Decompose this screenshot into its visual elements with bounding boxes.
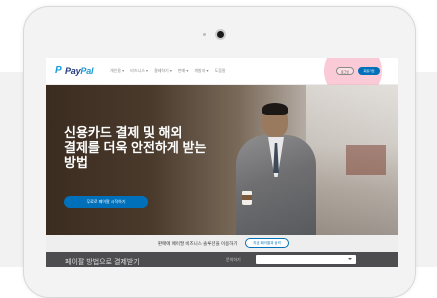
payment-section-title: 페이팔 방법으로 결제받기	[65, 259, 140, 266]
nav-item-developer[interactable]: 개발자 ▾	[194, 68, 208, 74]
logo-pal-text: Pal	[80, 66, 94, 76]
country-select[interactable]	[256, 255, 356, 264]
business-promo-bar: 판매에 페이팔 비즈니스 솔루션을 이용하기 지금 페이팔과 상의	[46, 235, 398, 252]
chevron-down-icon	[348, 258, 352, 260]
signup-button[interactable]: 회원가입	[358, 67, 380, 75]
start-paypal-button[interactable]: 무료로 페이팔 시작하기	[64, 196, 148, 208]
nav-item-business[interactable]: 비즈니스 ▾	[130, 68, 148, 74]
hero-title-line: 신용카드 결제 및 해외	[64, 125, 183, 140]
tablet-screen: P PayPal 개인용 ▾ 비즈니스 ▾ 결제하기 ▾ 판매 ▾ 개발자 ▾ …	[46, 58, 398, 267]
hero-person-hair	[262, 103, 288, 115]
hero-title-line: 방법	[64, 155, 88, 170]
site-header: P PayPal 개인용 ▾ 비즈니스 ▾ 결제하기 ▾ 판매 ▾ 개발자 ▾ …	[46, 58, 398, 100]
tablet-sensor	[203, 33, 206, 36]
contact-label: 문의하기	[226, 257, 241, 262]
hero-truck-image	[346, 145, 386, 175]
nav-item-help[interactable]: 도움말	[215, 68, 226, 74]
hero-title-line: 결제를 더욱 안전하게 받는	[64, 140, 207, 155]
nav-item-personal[interactable]: 개인용 ▾	[110, 68, 124, 74]
hero-title: 신용카드 결제 및 해외 결제를 더욱 안전하게 받는 방법	[64, 125, 224, 170]
promo-text: 판매에 페이팔 비즈니스 솔루션을 이용하기	[158, 241, 238, 246]
coffee-cup-sleeve	[242, 195, 252, 200]
tablet-camera-icon	[217, 31, 224, 38]
promo-button[interactable]: 지금 페이팔과 상의	[245, 238, 289, 248]
hero-banner: 신용카드 결제 및 해외 결제를 더욱 안전하게 받는 방법 무료로 페이팔 시…	[46, 85, 398, 235]
payment-section: 페이팔 방법으로 결제받기 문의하기	[46, 252, 398, 267]
main-nav: 개인용 ▾ 비즈니스 ▾ 결제하기 ▾ 판매 ▾ 개발자 ▾ 도움말	[110, 68, 226, 74]
nav-item-checkout[interactable]: 결제하기 ▾	[154, 68, 172, 74]
nav-item-sell[interactable]: 판매 ▾	[178, 68, 188, 74]
paypal-mark-icon: P	[55, 65, 62, 76]
logo-pay-text: Pay	[65, 66, 81, 76]
paypal-logo[interactable]: PayPal	[65, 66, 94, 76]
login-button[interactable]: 로그인	[336, 67, 354, 75]
